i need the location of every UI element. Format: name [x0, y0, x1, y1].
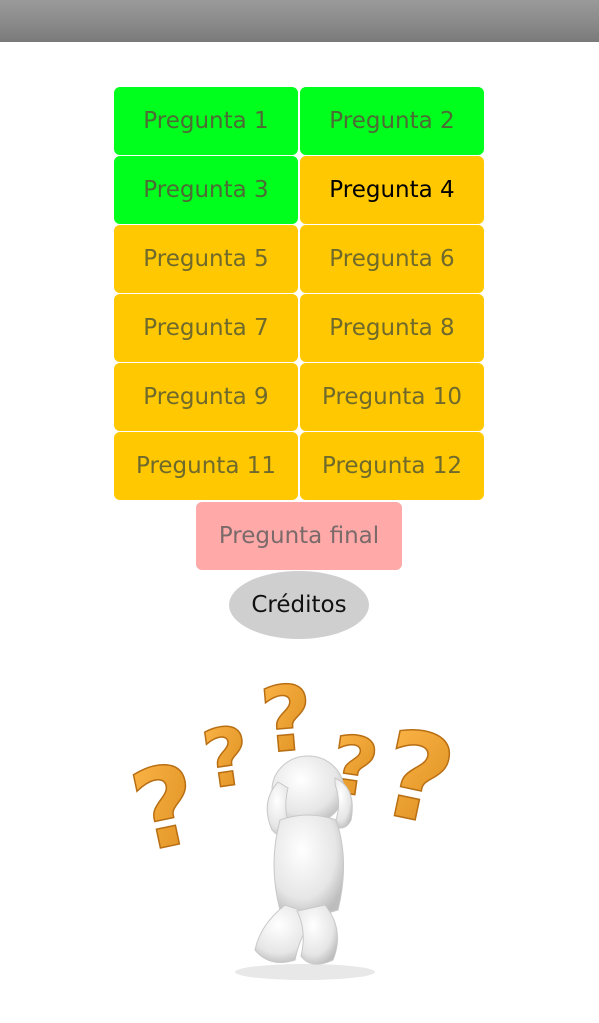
thinking-person-illustration-icon: ? ? ? ? ? — [120, 664, 466, 980]
final-question-button[interactable]: Pregunta final — [196, 502, 402, 570]
svg-text:?: ? — [121, 739, 210, 877]
question-button-8[interactable]: Pregunta 8 — [300, 294, 484, 362]
question-button-5[interactable]: Pregunta 5 — [114, 225, 298, 293]
question-button-10[interactable]: Pregunta 10 — [300, 363, 484, 431]
question-button-12[interactable]: Pregunta 12 — [300, 432, 484, 500]
question-button-2[interactable]: Pregunta 2 — [300, 87, 484, 155]
credits-button[interactable]: Créditos — [229, 571, 369, 639]
question-button-11[interactable]: Pregunta 11 — [114, 432, 298, 500]
question-button-4[interactable]: Pregunta 4 — [300, 156, 484, 224]
question-button-1[interactable]: Pregunta 1 — [114, 87, 298, 155]
svg-text:?: ? — [197, 709, 256, 808]
question-button-7[interactable]: Pregunta 7 — [114, 294, 298, 362]
question-button-6[interactable]: Pregunta 6 — [300, 225, 484, 293]
question-button-9[interactable]: Pregunta 9 — [114, 363, 298, 431]
question-button-3[interactable]: Pregunta 3 — [114, 156, 298, 224]
status-bar — [0, 0, 599, 42]
